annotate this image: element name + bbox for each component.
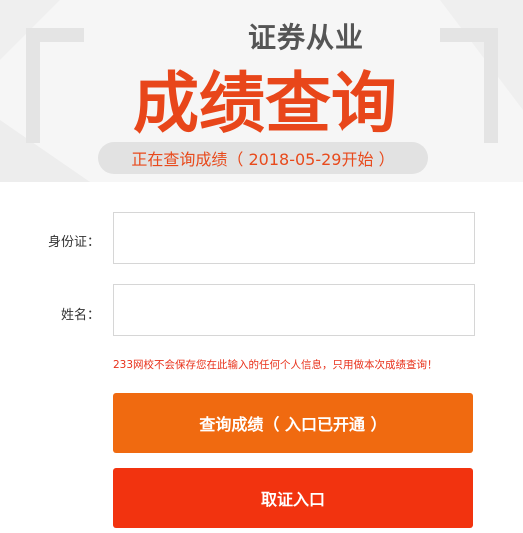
query-score-button[interactable]: 查询成绩（ 入口已开通 ）	[113, 393, 473, 453]
decorative-bracket-right	[440, 28, 498, 143]
name-input[interactable]	[113, 284, 475, 336]
id-card-label: 身份证：	[47, 235, 100, 250]
page-title: 成绩查询	[133, 65, 397, 142]
query-status-text: 正在查询成绩（ 2018-05-29开始 ）	[131, 150, 395, 169]
header-banner: 证券从业 成绩查询 正在查询成绩（ 2018-05-29开始 ）	[0, 0, 523, 182]
decorative-bracket-left	[26, 28, 84, 143]
certificate-entry-button[interactable]: 取证入口	[113, 468, 473, 528]
certificate-entry-button-label: 取证入口	[260, 490, 325, 509]
name-label: 姓名：	[60, 308, 100, 323]
query-status-badge: 正在查询成绩（ 2018-05-29开始 ）	[98, 142, 428, 174]
privacy-notice: 233网校不会保存您在此输入的任何个人信息，只用做本次成绩查询！	[113, 359, 438, 371]
id-card-input[interactable]	[113, 212, 475, 264]
query-score-button-label: 查询成绩（ 入口已开通 ）	[199, 415, 387, 434]
